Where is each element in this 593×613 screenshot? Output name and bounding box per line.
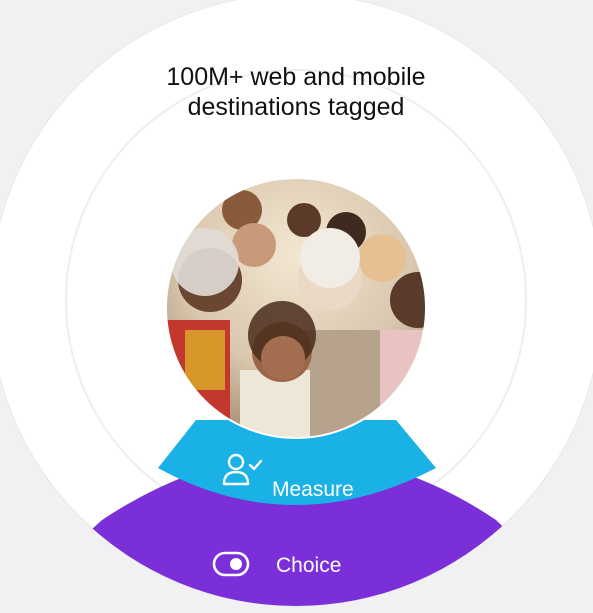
choice-label[interactable]: Choice <box>276 554 341 578</box>
headline-text: 100M+ web and mobile destinations tagged <box>166 63 426 121</box>
user-check-icon <box>222 453 263 486</box>
diagram-stage: 100M+ web and mobile destinations tagged… <box>0 0 593 613</box>
measure-label[interactable]: Measure <box>272 478 354 502</box>
toggle-icon <box>212 551 250 577</box>
